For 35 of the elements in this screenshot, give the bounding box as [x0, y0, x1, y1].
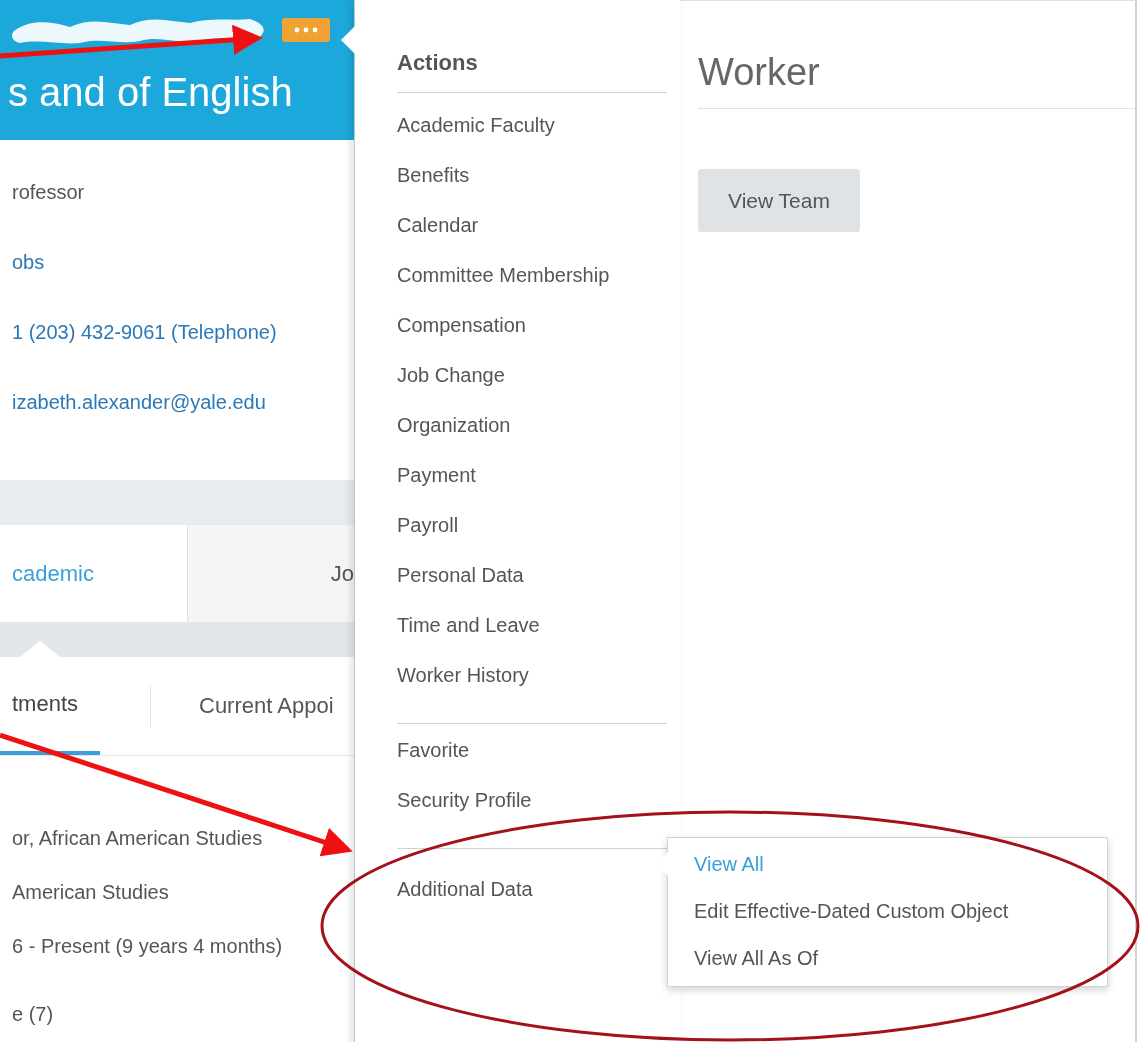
- menu-item[interactable]: Personal Data: [397, 563, 524, 587]
- menu-item[interactable]: Committee Membership: [397, 263, 610, 287]
- section-tab[interactable]: tments: [0, 657, 100, 755]
- menu-item[interactable]: Job Change: [397, 363, 505, 387]
- appointment-detail: e (7): [12, 1002, 54, 1027]
- more-icon: [294, 27, 318, 33]
- appointment-detail: American Studies: [12, 880, 169, 905]
- more-button[interactable]: [282, 18, 330, 42]
- profile-link[interactable]: 1 (203) 432-9061 (Telephone): [12, 320, 277, 344]
- appointment-detail: or, African American Studies: [12, 826, 263, 851]
- profile-link[interactable]: obs: [12, 250, 45, 274]
- worker-title: Worker: [698, 51, 1135, 109]
- profile-detail: rofessor: [12, 180, 85, 204]
- menu-item[interactable]: Calendar: [397, 213, 479, 237]
- menu-item[interactable]: Organization: [397, 413, 511, 437]
- menu-item[interactable]: Favorite: [397, 738, 470, 762]
- section-tab[interactable]: Current Appoi: [151, 657, 334, 755]
- menu-title: Actions: [397, 50, 667, 93]
- menu-item[interactable]: Payment: [397, 463, 476, 487]
- profile-tab[interactable]: Jo: [188, 525, 354, 622]
- submenu-item[interactable]: View All As Of: [694, 946, 819, 970]
- menu-item[interactable]: Academic Faculty: [397, 113, 555, 137]
- menu-item[interactable]: Time and Leave: [397, 613, 540, 637]
- menu-item[interactable]: Benefits: [397, 163, 470, 187]
- profile-link[interactable]: izabeth.alexander@yale.edu: [12, 390, 266, 414]
- caret-icon: [20, 641, 60, 657]
- view-team-button[interactable]: View Team: [698, 169, 860, 232]
- profile-title: s and of English: [8, 70, 294, 115]
- submenu-item[interactable]: Edit Effective-Dated Custom Object: [694, 899, 1009, 923]
- menu-item[interactable]: Payroll: [397, 513, 459, 537]
- menu-item[interactable]: Additional Data: [397, 877, 533, 901]
- menu-item[interactable]: Worker History: [397, 663, 529, 687]
- menu-item[interactable]: Security Profile: [397, 788, 532, 812]
- appointment-detail: 6 - Present (9 years 4 months): [12, 934, 283, 959]
- menu-item[interactable]: Compensation: [397, 313, 526, 337]
